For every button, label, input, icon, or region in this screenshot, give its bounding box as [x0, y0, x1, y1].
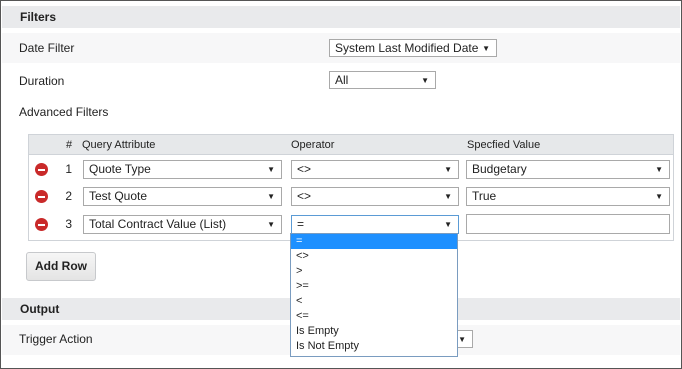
specified-value: Budgetary	[472, 162, 527, 176]
output-section-title: Output	[20, 302, 60, 316]
chevron-down-icon: ▼	[444, 220, 452, 229]
operator-select[interactable]: <> ▼	[291, 160, 459, 179]
date-filter-select[interactable]: System Last Modified Date ▼	[329, 39, 497, 57]
option-greater-than[interactable]: >	[291, 264, 457, 279]
option-equals[interactable]: =	[291, 234, 457, 249]
option-not-equal[interactable]: <>	[291, 249, 457, 264]
chevron-down-icon: ▼	[421, 76, 429, 85]
option-less-than[interactable]: <	[291, 294, 457, 309]
chevron-down-icon: ▼	[655, 192, 663, 201]
delete-row-icon[interactable]	[35, 190, 48, 203]
chevron-down-icon: ▼	[482, 44, 490, 53]
filters-section-title: Filters	[20, 10, 57, 24]
option-greater-or-equal[interactable]: >=	[291, 279, 457, 294]
operator-value: =	[297, 217, 305, 231]
query-attribute-select[interactable]: Test Quote ▼	[83, 187, 282, 206]
operator-select-active[interactable]: = ▼	[291, 215, 459, 234]
option-is-not-empty[interactable]: Is Not Empty	[291, 339, 457, 354]
header-specified-value: Specfied Value	[467, 139, 541, 151]
chevron-down-icon: ▼	[444, 192, 452, 201]
option-less-or-equal[interactable]: <=	[291, 309, 457, 324]
row-number: 1	[65, 162, 72, 176]
chevron-down-icon: ▼	[267, 165, 275, 174]
date-filter-value: System Last Modified Date	[335, 41, 479, 55]
query-attribute-select[interactable]: Total Contract Value (List) ▼	[83, 215, 282, 234]
delete-row-icon[interactable]	[35, 163, 48, 176]
specified-value-select[interactable]: True ▼	[466, 187, 670, 206]
specified-value-input[interactable]	[466, 214, 670, 234]
header-number: #	[66, 139, 73, 151]
trigger-action-label: Trigger Action	[19, 332, 93, 346]
query-attribute-value: Total Contract Value (List)	[89, 217, 227, 231]
chevron-down-icon: ▼	[458, 335, 466, 344]
header-operator: Operator	[291, 139, 335, 151]
duration-label: Duration	[19, 74, 65, 88]
option-is-empty[interactable]: Is Empty	[291, 324, 457, 339]
filters-section-header: Filters	[2, 6, 680, 28]
operator-select[interactable]: <> ▼	[291, 187, 459, 206]
specified-value-select[interactable]: Budgetary ▼	[466, 160, 670, 179]
chevron-down-icon: ▼	[267, 192, 275, 201]
add-row-button[interactable]: Add Row	[26, 252, 96, 281]
delete-row-icon[interactable]	[35, 218, 48, 231]
chevron-down-icon: ▼	[655, 165, 663, 174]
advanced-filters-grid: # Query Attribute Operator Specfied Valu…	[28, 134, 674, 241]
chevron-down-icon: ▼	[267, 220, 275, 229]
operator-dropdown-list: = <> > >= < <= Is Empty Is Not Empty	[290, 233, 458, 357]
chevron-down-icon: ▼	[444, 165, 452, 174]
date-filter-label: Date Filter	[19, 41, 75, 55]
filters-panel: Filters Date Filter System Last Modified…	[0, 0, 682, 369]
query-attribute-select[interactable]: Quote Type ▼	[83, 160, 282, 179]
specified-value: True	[472, 189, 497, 203]
duration-value: All	[335, 73, 349, 87]
duration-select[interactable]: All ▼	[329, 71, 436, 89]
grid-header-row: # Query Attribute Operator Specfied Valu…	[29, 135, 673, 155]
operator-value: <>	[297, 189, 312, 203]
operator-value: <>	[297, 162, 312, 176]
header-query-attribute: Query Attribute	[82, 139, 156, 151]
query-attribute-value: Test Quote	[89, 189, 148, 203]
query-attribute-value: Quote Type	[89, 162, 151, 176]
advanced-filters-label: Advanced Filters	[19, 105, 109, 119]
row-number: 2	[65, 189, 72, 203]
row-number: 3	[65, 217, 72, 231]
